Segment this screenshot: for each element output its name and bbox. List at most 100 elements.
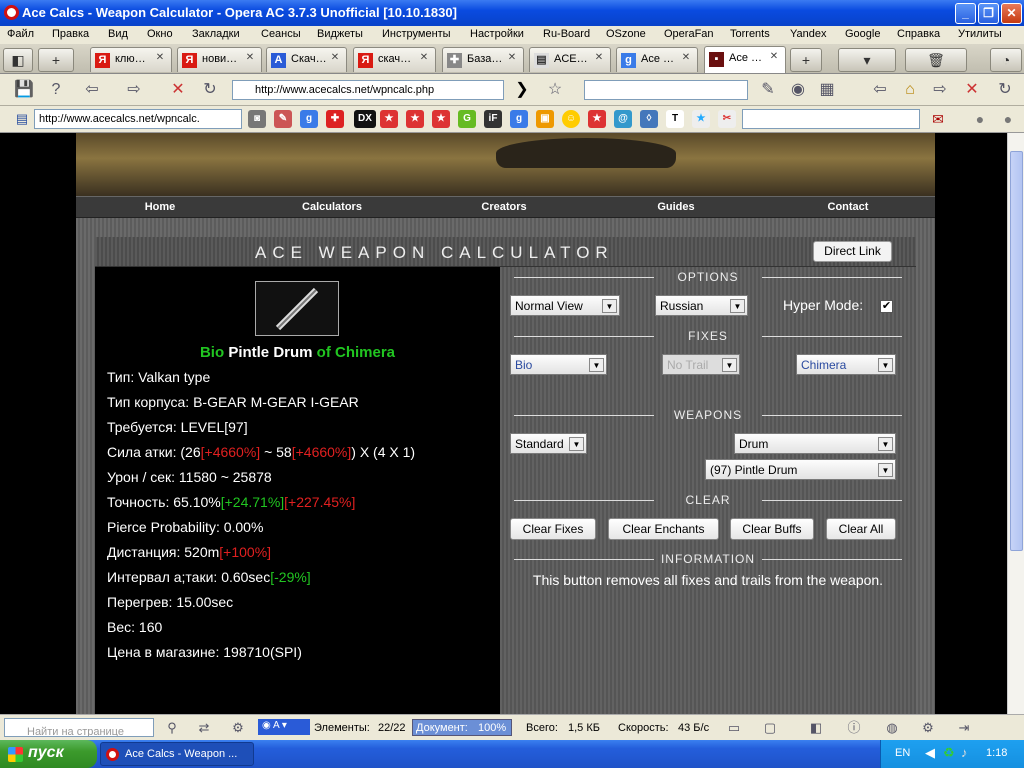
forward-icon[interactable]: ⇨	[122, 78, 146, 102]
dx-icon[interactable]: DX	[354, 110, 376, 128]
star-red-icon-2[interactable]: ★	[406, 110, 424, 128]
clock-icon[interactable]: ◔	[990, 48, 1022, 72]
close-tab-icon[interactable]: ✕	[767, 51, 781, 65]
menu-tools[interactable]: Инструменты	[382, 28, 451, 40]
info-icon[interactable]: ⓘ	[842, 716, 866, 740]
prev-icon[interactable]: ⇦	[868, 78, 892, 102]
nav-guides[interactable]: Guides	[626, 201, 726, 213]
back-tray-icon[interactable]: ◀	[925, 745, 935, 761]
reload2-icon[interactable]: ↻	[993, 78, 1017, 102]
add-tab-button[interactable]: +	[790, 48, 822, 72]
menu-widgets[interactable]: Виджеты	[317, 28, 363, 40]
sidebar-icon[interactable]: ▤	[10, 107, 34, 131]
url-field-2[interactable]: http://www.acecalcs.net/wpncalc.	[34, 109, 242, 129]
bookmark-star-icon[interactable]: ☆	[543, 78, 567, 102]
menu-bookmarks[interactable]: Закладки	[192, 28, 240, 40]
pen-icon[interactable]: ✎	[274, 110, 292, 128]
drop-icon[interactable]: ◊	[640, 110, 658, 128]
nav-home[interactable]: Home	[110, 201, 210, 213]
menu-torrents[interactable]: Torrents	[730, 28, 770, 40]
tab-7[interactable]: g Ace … ✕	[616, 47, 698, 72]
language-select[interactable]: Russian ▼	[655, 295, 748, 316]
star-blue-icon[interactable]: ★	[692, 110, 710, 128]
tab-menu-button[interactable]: ▾	[838, 48, 896, 72]
save-icon[interactable]: 💾	[12, 78, 36, 102]
tab-8-active[interactable]: ▪ Ace … ✕	[704, 46, 786, 73]
vertical-scrollbar[interactable]	[1007, 133, 1024, 714]
back-icon[interactable]: ⇦	[80, 78, 104, 102]
menu-yandex[interactable]: Yandex	[790, 28, 827, 40]
circle-icon[interactable]: ●	[968, 107, 992, 131]
minimize-button[interactable]: _	[955, 3, 976, 24]
go-icon[interactable]: ❯	[510, 78, 534, 102]
menu-sessions[interactable]: Сеансы	[261, 28, 301, 40]
search-field[interactable]	[584, 80, 748, 100]
eye-icon[interactable]: ◉	[786, 78, 810, 102]
network-tray-icon[interactable]: ♻	[943, 745, 955, 761]
close-tab-icon[interactable]: ✕	[328, 52, 342, 66]
weapon-select[interactable]: (97) Pintle Drum ▼	[705, 459, 896, 480]
nav-creators[interactable]: Creators	[454, 201, 554, 213]
find-in-page-field[interactable]: Найти на странице	[4, 718, 154, 737]
star-red-icon-4[interactable]: ★	[588, 110, 606, 128]
close-tab-icon[interactable]: ✕	[153, 52, 167, 66]
tab-6[interactable]: ▤ ACE… ✕	[529, 47, 611, 72]
close-button[interactable]: ✕	[1001, 3, 1022, 24]
clear-fixes-button[interactable]: Clear Fixes	[510, 518, 596, 540]
google-icon-2[interactable]: g	[510, 110, 528, 128]
next-icon[interactable]: ⇨	[928, 78, 952, 102]
plus-icon[interactable]: ✚	[326, 110, 344, 128]
scrollbar-thumb[interactable]	[1010, 151, 1023, 551]
menu-utilities[interactable]: Утилиты	[958, 28, 1002, 40]
image-icon[interactable]: ◧	[804, 716, 828, 740]
sync-icon[interactable]: ⇄	[192, 716, 216, 740]
box-icon[interactable]: ▣	[536, 110, 554, 128]
grid-icon[interactable]: ▦	[815, 78, 839, 102]
circle-icon-2[interactable]: ●	[996, 107, 1020, 131]
smile-icon[interactable]: ☺	[562, 110, 580, 128]
reload-icon[interactable]: ↻	[198, 78, 222, 102]
ifan-icon[interactable]: iF	[484, 110, 502, 128]
taskbar-item-opera[interactable]: Ace Calcs - Weapon ...	[100, 742, 254, 766]
tab-1[interactable]: Яклю… ✕	[90, 47, 172, 72]
suffix-select[interactable]: Chimera ▼	[796, 354, 896, 375]
language-indicator[interactable]: EN	[895, 747, 910, 759]
settings-icon[interactable]: ⚙	[916, 716, 940, 740]
clear-enchants-button[interactable]: Clear Enchants	[608, 518, 719, 540]
note-icon[interactable]: ▢	[758, 716, 782, 740]
menu-ruboard[interactable]: Ru-Board	[543, 28, 590, 40]
home-icon[interactable]: ⌂	[898, 78, 922, 102]
grade-select[interactable]: Standard ▼	[510, 433, 587, 454]
menu-help[interactable]: Справка	[897, 28, 940, 40]
clear-buffs-button[interactable]: Clear Buffs	[730, 518, 814, 540]
close-tab-icon[interactable]: ✕	[679, 52, 693, 66]
panel-toggle-button[interactable]: ◧	[3, 48, 33, 72]
view-select[interactable]: Normal View ▼	[510, 295, 620, 316]
menu-window[interactable]: Окно	[147, 28, 173, 40]
star-red-icon-3[interactable]: ★	[432, 110, 450, 128]
new-tab-icon[interactable]: +	[38, 48, 74, 72]
address-field[interactable]: http://www.acecalcs.net/wpncalc.php	[232, 80, 504, 100]
nav-contact[interactable]: Contact	[798, 201, 898, 213]
menu-operafan[interactable]: OperaFan	[664, 28, 714, 40]
note-icon[interactable]: ✎	[756, 78, 780, 102]
prefix-select[interactable]: Bio ▼	[510, 354, 607, 375]
hyper-mode-checkbox[interactable]: ✔	[880, 300, 893, 313]
class-select[interactable]: Drum ▼	[734, 433, 896, 454]
tab-5[interactable]: ✚ База… ✕	[442, 47, 524, 72]
star-red-icon[interactable]: ★	[380, 110, 398, 128]
network-icon[interactable]: ⚙	[226, 716, 250, 740]
tab-2[interactable]: Янови… ✕	[177, 47, 262, 72]
volume-tray-icon[interactable]: ♪	[961, 745, 968, 760]
menu-oszone[interactable]: OSzone	[606, 28, 646, 40]
nav-calculators[interactable]: Calculators	[282, 201, 382, 213]
direct-link-button[interactable]: Direct Link	[813, 241, 892, 262]
camera-icon[interactable]: ◙	[248, 110, 266, 128]
arrow-icon[interactable]: ✂	[718, 110, 736, 128]
stop2-icon[interactable]: ✕	[960, 78, 984, 102]
mail-icon[interactable]: ✉	[926, 107, 950, 131]
search-icon[interactable]: ⚲	[160, 716, 184, 740]
menu-settings[interactable]: Настройки	[470, 28, 524, 40]
page-icon[interactable]: ▭	[722, 716, 746, 740]
info-icon[interactable]: ?	[44, 78, 68, 102]
